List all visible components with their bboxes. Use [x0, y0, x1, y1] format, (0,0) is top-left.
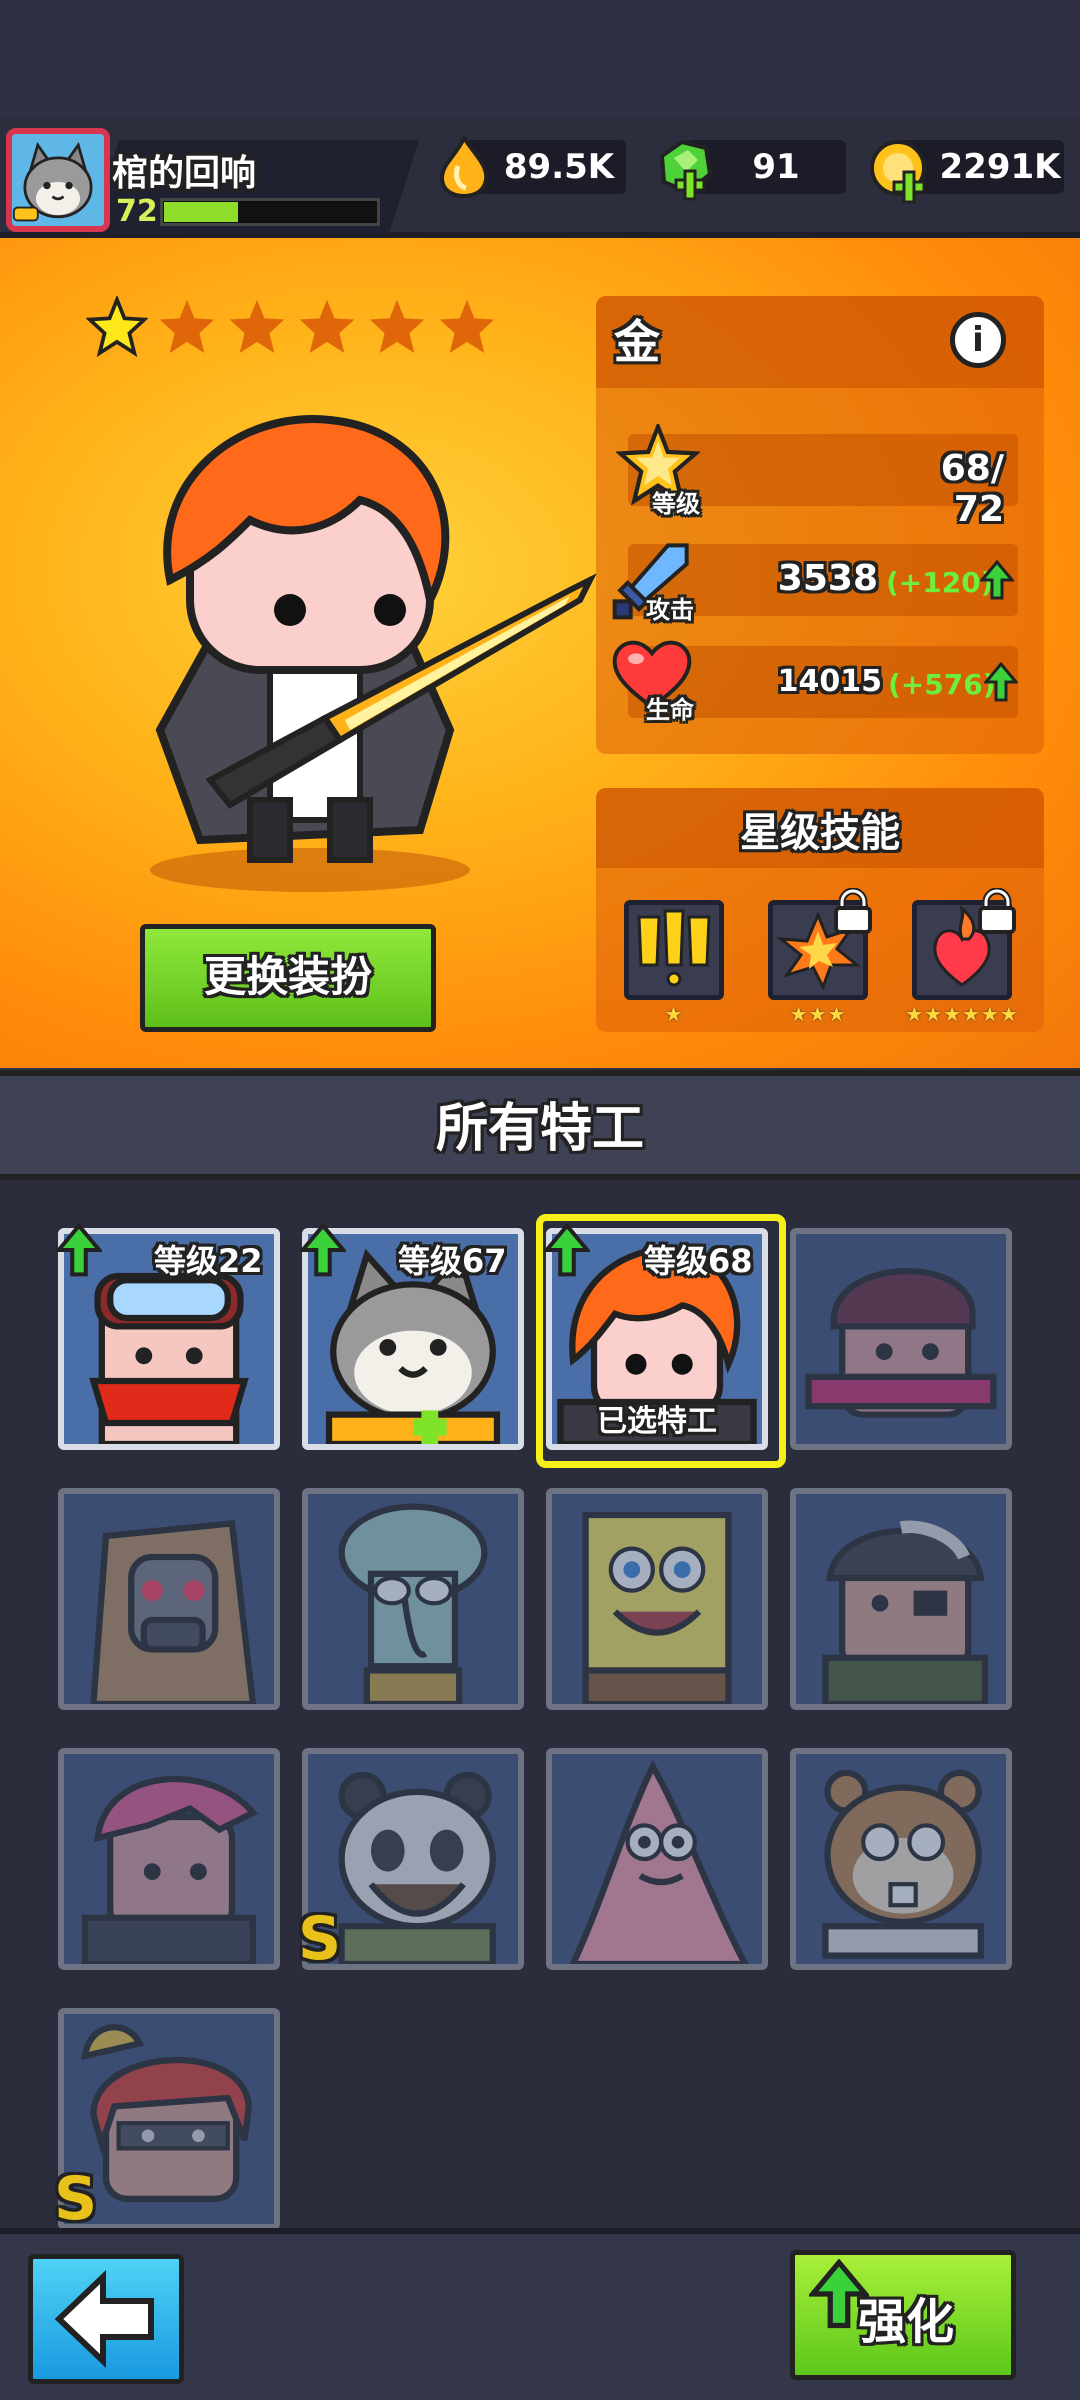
- gasmask-agent-portrait: [64, 1494, 274, 1704]
- skill-2-stars: ★★★: [789, 1002, 847, 1026]
- upgrade-label: 强化: [858, 2294, 955, 2350]
- agent-card-pinkhair[interactable]: [58, 1748, 280, 1970]
- agent-card-squidward[interactable]: [302, 1488, 524, 1710]
- eyepatch-agent-portrait: [796, 1494, 1006, 1704]
- upgrade-arrow-icon: [542, 1222, 592, 1282]
- scarf-agent-portrait: [796, 1234, 1006, 1444]
- star-skills-title: 星级技能: [740, 810, 900, 856]
- pinkhair-agent-portrait: [64, 1754, 274, 1964]
- coins-value: 2291K: [939, 147, 1061, 187]
- fire-drop-icon[interactable]: [436, 133, 492, 202]
- attack-bonus: (+120): [886, 566, 994, 599]
- agent-card-sandy[interactable]: [790, 1748, 1012, 1970]
- star-rating: [86, 296, 498, 358]
- xp-bar-fill: [164, 202, 238, 222]
- star-empty-icon: [299, 299, 355, 354]
- s-rank-badge: S: [54, 2164, 98, 2234]
- lock-icon: [974, 887, 1020, 934]
- skill-3-stars: ★★★★★★: [905, 1002, 1019, 1026]
- hp-label: 生命: [646, 696, 694, 724]
- squidward-agent-portrait: [308, 1494, 518, 1704]
- agent-level: 等级68: [644, 1242, 753, 1280]
- sandy-agent-portrait: [796, 1754, 1006, 1964]
- back-button[interactable]: [28, 2254, 184, 2384]
- status-bar: [0, 0, 1080, 120]
- agent-card-eyepatch[interactable]: [790, 1488, 1012, 1710]
- spongebob-agent-portrait: [552, 1494, 762, 1704]
- hp-bonus: (+576): [888, 668, 996, 701]
- lock-icon: [830, 887, 876, 934]
- agent-level: 等级67: [398, 1242, 507, 1280]
- agent-card-patrick[interactable]: [546, 1748, 768, 1970]
- upgrade-arrow-icon: [298, 1222, 348, 1282]
- player-level: 72: [116, 194, 158, 229]
- rarity-label: 金: [614, 315, 660, 369]
- attack-label: 攻击: [646, 596, 694, 624]
- s-rank-badge: S: [298, 1904, 342, 1974]
- gold-coin-plus-icon[interactable]: [868, 138, 936, 210]
- back-arrow-icon: [54, 2269, 154, 2369]
- star-empty-icon: [159, 299, 215, 354]
- skill-1-stars: ★: [664, 1002, 684, 1026]
- upgrade-arrow-icon: [54, 1222, 104, 1282]
- star-empty-icon: [439, 299, 495, 354]
- skill-slot-1[interactable]: [624, 900, 724, 1000]
- cat-avatar-icon: [12, 134, 104, 226]
- level-value: 68/ 72: [940, 448, 1004, 530]
- agent-card-gasmask[interactable]: [58, 1488, 280, 1710]
- star-filled-icon: [86, 296, 148, 358]
- player-avatar[interactable]: [6, 128, 110, 232]
- hero-character: [100, 400, 600, 904]
- agent-level: 等级22: [154, 1242, 263, 1280]
- attack-value: 3538: [777, 558, 878, 599]
- agents-title: 所有特工: [435, 1099, 644, 1159]
- info-icon[interactable]: i: [950, 312, 1006, 368]
- hp-value: 14015: [777, 664, 882, 699]
- arrow-up-icon: [978, 559, 1016, 604]
- gems-value: 91: [752, 147, 800, 187]
- selected-agent-label: 已选特工: [597, 1404, 717, 1439]
- star-empty-icon: [369, 299, 425, 354]
- star-empty-icon: [229, 299, 285, 354]
- alert-skill-icon: [637, 909, 711, 987]
- energy-value: 89.5K: [503, 147, 615, 187]
- agent-card-scarf[interactable]: [790, 1228, 1012, 1450]
- level-label: 等级: [652, 490, 700, 518]
- patrick-agent-portrait: [552, 1754, 762, 1964]
- player-name: 棺的回响: [112, 153, 257, 194]
- arrow-up-icon: [982, 661, 1020, 706]
- agent-card-spongebob[interactable]: [546, 1488, 768, 1710]
- change-outfit-button[interactable]: 更换装扮: [140, 924, 436, 1032]
